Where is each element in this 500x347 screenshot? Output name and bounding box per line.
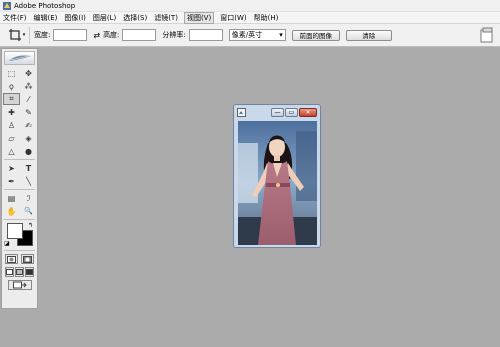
resolution-unit-value: 像素/英寸 — [231, 31, 263, 39]
tool-grid: ⬚ ✥ ϙ ⁂ ⌗ ⁄ ✚ ✎ ♙ ✍ ▱ ◈ △ ● — [2, 67, 37, 157]
close-button[interactable]: ✕ — [299, 108, 317, 117]
app-title: Adobe Photoshop — [14, 1, 76, 10]
zoom-tool-icon[interactable]: 🔍 — [20, 205, 37, 217]
slice-tool-icon[interactable]: ⁄ — [20, 93, 37, 105]
path-selection-tool-icon[interactable]: ➤ — [3, 162, 20, 174]
menu-help[interactable]: 帮助(H) — [253, 13, 280, 23]
toolbox-header[interactable] — [4, 51, 35, 65]
document-window[interactable]: — ▭ ✕ — [233, 104, 321, 248]
photoshop-app-icon — [3, 1, 11, 10]
toolbox-divider — [4, 219, 35, 220]
hand-tool-icon[interactable]: ✋ — [3, 205, 20, 217]
history-brush-tool-icon[interactable]: ✍ — [20, 119, 37, 131]
options-bar: ▾ 宽度: ⇄ 高度: 分辨率: 像素/英寸 ▾ 前面的图像 清除 — [0, 24, 500, 47]
chevron-down-icon: ▾ — [22, 32, 26, 38]
toolbox-divider — [4, 250, 35, 251]
front-image-button[interactable]: 前面的图像 — [291, 29, 340, 41]
magic-wand-tool-icon[interactable]: ⁂ — [20, 80, 37, 92]
menu-image[interactable]: 图像(I) — [63, 13, 87, 23]
jump-to-row — [4, 280, 35, 290]
resolution-label: 分辨率: — [162, 31, 186, 39]
chevron-down-icon: ▾ — [279, 31, 283, 39]
maximize-button[interactable]: ▭ — [285, 108, 298, 117]
full-screen-mode-icon[interactable] — [25, 267, 35, 277]
document-icon — [237, 108, 246, 117]
brush-tool-icon[interactable]: ✎ — [20, 106, 37, 118]
blur-tool-icon[interactable]: △ — [3, 145, 20, 157]
line-tool-icon[interactable]: ╲ — [20, 175, 37, 187]
menu-bar: 文件(F) 编辑(E) 图像(I) 图层(L) 选择(S) 滤镜(T) 视图(V… — [0, 11, 500, 24]
crop-tool-icon[interactable]: ⌗ — [3, 93, 20, 105]
eraser-tool-icon[interactable]: ▱ — [3, 132, 20, 144]
clone-stamp-tool-icon[interactable]: ♙ — [3, 119, 20, 131]
minimize-icon: — — [274, 109, 281, 116]
edit-mode-row — [4, 254, 35, 264]
foreground-color-swatch[interactable] — [7, 223, 23, 239]
resolution-unit-select[interactable]: 像素/英寸 ▾ — [228, 29, 286, 41]
screen-mode-row — [4, 267, 35, 277]
menu-file[interactable]: 文件(F) — [2, 13, 28, 23]
toolbox-divider — [4, 189, 35, 190]
full-screen-menu-mode-icon[interactable] — [14, 267, 24, 277]
resolution-input[interactable] — [188, 29, 223, 41]
marquee-tool-icon[interactable]: ⬚ — [3, 67, 20, 79]
minimize-button[interactable]: — — [271, 108, 284, 117]
app-title-bar: Adobe Photoshop — [0, 0, 500, 12]
document-canvas[interactable] — [238, 121, 317, 245]
menu-filter[interactable]: 滤镜(T) — [153, 13, 179, 23]
move-tool-icon[interactable]: ✥ — [20, 67, 37, 79]
document-title-bar[interactable]: — ▭ ✕ — [234, 105, 320, 120]
standard-mode-icon[interactable] — [5, 254, 19, 264]
jump-to-imageready-icon[interactable] — [7, 280, 32, 290]
paint-bucket-tool-icon[interactable]: ◈ — [20, 132, 37, 144]
notes-tool-icon[interactable]: ▤ — [3, 192, 20, 204]
woman-in-pink-dress-photo — [238, 121, 317, 245]
pen-tool-icon[interactable]: ✒ — [3, 175, 20, 187]
menu-window[interactable]: 窗口(W) — [219, 13, 247, 23]
swap-colors-icon[interactable]: ↰ — [28, 222, 33, 229]
crop-tool-icon — [8, 29, 21, 41]
toolbox-divider — [4, 159, 35, 160]
swap-icon[interactable]: ⇄ — [93, 31, 100, 40]
clear-button[interactable]: 清除 — [345, 29, 392, 41]
tool-grid-lower: ➤ T ✒ ╲ — [2, 162, 37, 187]
menu-edit[interactable]: 编辑(E) — [33, 13, 59, 23]
healing-brush-tool-icon[interactable]: ✚ — [3, 106, 20, 118]
eyedropper-tool-icon[interactable]: ℐ — [20, 192, 37, 204]
menu-select[interactable]: 选择(S) — [122, 13, 148, 23]
quick-mask-mode-icon[interactable] — [20, 254, 34, 264]
standard-screen-mode-icon[interactable] — [4, 267, 14, 277]
close-icon: ✕ — [305, 109, 311, 116]
toolbox: ⬚ ✥ ϙ ⁂ ⌗ ⁄ ✚ ✎ ♙ ✍ ▱ ◈ △ ● ➤ T ✒ ╲ ▤ ℐ … — [1, 48, 38, 309]
type-tool-icon[interactable]: T — [20, 162, 37, 174]
height-label: 高度: — [103, 31, 120, 39]
width-input[interactable] — [53, 29, 88, 41]
menu-view[interactable]: 视图(V) — [183, 11, 215, 24]
menu-layer[interactable]: 图层(L) — [92, 13, 117, 23]
tool-preset-picker[interactable]: ▾ — [4, 26, 30, 44]
color-swatches: ◪ ↰ — [4, 222, 35, 248]
default-colors-icon[interactable]: ◪ — [4, 240, 10, 247]
dodge-tool-icon[interactable]: ● — [20, 145, 37, 157]
palette-well-icon[interactable] — [480, 27, 494, 43]
feather-logo-icon — [8, 55, 31, 61]
tool-grid-bottom: ▤ ℐ ✋ 🔍 — [2, 192, 37, 217]
maximize-icon: ▭ — [288, 109, 295, 116]
lasso-tool-icon[interactable]: ϙ — [3, 80, 20, 92]
height-input[interactable] — [122, 29, 157, 41]
width-label: 宽度: — [34, 31, 51, 39]
